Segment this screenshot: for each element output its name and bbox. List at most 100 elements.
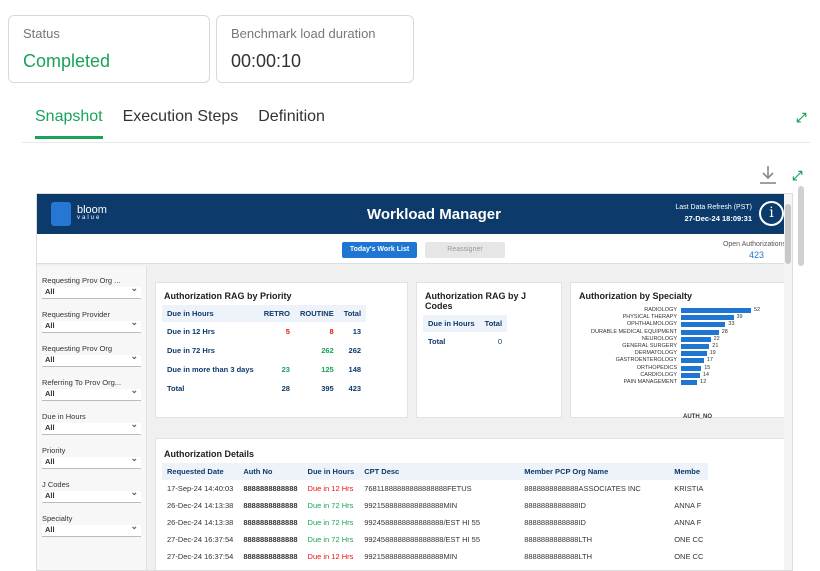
bar-value: 15 [704,364,711,371]
filter-dropdown[interactable]: All [42,317,141,333]
bar-label: DURABLE MEDICAL EQUIPMENT [591,328,677,335]
table-cell: Due in more than 3 days [167,365,254,374]
bar-row: ORTHOPEDICS 15 [577,365,777,372]
table-row[interactable]: 26-Dec-24 14:13:38 8888888888888 Due in 72… [162,514,708,531]
filter-dropdown[interactable]: All [42,351,141,367]
bar[interactable] [681,322,726,328]
table-cell: 26-Dec-24 14:13:38 [167,501,234,510]
bloom-logo: bloom value [51,202,121,226]
rag-jcodes-title: Authorization RAG by J Codes [425,291,526,311]
table-row[interactable]: 27-Dec-24 16:37:54 8888888888888 Due in 12… [162,548,708,565]
bar-row: OPHTHALMOLOGY 33 [577,321,777,328]
table-cell: Due in 72 Hrs [307,501,354,510]
bar[interactable] [681,365,702,371]
specialty-axis-label: AUTH_NO [683,414,713,420]
table-cell: 8888888888888LTH [524,552,593,561]
bar-label: OPHTHALMOLOGY [626,321,677,328]
table-cell: 76811888888888888888FETUS [364,484,472,493]
table-cell: Due in 72 Hrs [307,535,354,544]
bar-row: DERMATOLOGY 19 [577,350,777,357]
filter-label: Requesting Prov Org ... [42,276,121,285]
table-cell: Total [167,384,185,393]
col-header: Membe [669,463,709,480]
benchmark-label: Benchmark load duration [231,26,376,41]
bar[interactable] [681,358,704,364]
scrollbar-thumb[interactable] [785,204,791,264]
rag-jcodes-panel: Authorization RAG by J Codes Due in Hour… [416,282,562,418]
bar-value: 19 [709,350,716,357]
filter-dropdown[interactable]: All [42,521,141,537]
table-cell: 9921588888888888888MIN [364,552,458,561]
table-row[interactable]: Due in more than 3 days 23 125 148 [162,360,366,379]
filter-2: Requesting Prov Org All [42,344,141,367]
bar[interactable] [681,379,698,385]
open-authorizations: Open Authorizations 423 [723,239,786,261]
bar-label: NEUROLOGY [641,335,677,342]
bar[interactable] [681,329,719,335]
table-cell: 125 [321,365,334,374]
bar-row: PAIN MANAGEMENT 12 [577,379,777,386]
bar[interactable] [681,336,711,342]
report-scrollbar[interactable] [784,194,792,570]
table-cell: 17-Sep-24 14:40:03 [167,484,234,493]
filter-dropdown[interactable]: All [42,419,141,435]
specialty-panel: Authorization by Specialty RADIOLOGY 52 PH… [570,282,785,420]
info-icon[interactable]: i [759,201,784,226]
table-cell: Due in 12 Hrs [307,552,354,561]
open-auth-label: Open Authorizations [722,241,786,248]
filter-label: Due in Hours [42,412,86,421]
table-cell: 8888888888888ID [524,501,586,510]
todays-work-list-button[interactable]: Today's Work List [342,242,417,258]
expand-icon[interactable]: ⤢ [796,110,806,126]
col-header: Requested Date [162,463,239,480]
tab-execution-steps[interactable]: Execution Steps [123,108,239,139]
table-row[interactable]: Due in 72 Hrs 262 262 [162,341,366,360]
bar[interactable] [681,343,710,349]
table-cell: KRISTIA [674,484,704,493]
tab-bar: Snapshot Execution Steps Definition [35,108,325,139]
filter-label: Requesting Prov Org [42,344,113,353]
bar-label: PAIN MANAGEMENT [623,378,677,385]
table-cell: 27-Dec-24 16:37:54 [167,535,234,544]
table-row[interactable]: 27-Dec-24 16:37:54 8888888888888 Due in 72… [162,531,708,548]
report-toolbar: Today's Work List Reassigner Open Author… [37,234,792,264]
table-row[interactable]: 26-Dec-24 14:13:38 8888888888888 Due in 72… [162,497,708,514]
bar-label: CARDIOLOGY [640,371,677,378]
filter-dropdown[interactable]: All [42,283,141,299]
bar[interactable] [681,372,700,378]
table-row[interactable]: Due in 12 Hrs 5 8 13 [162,322,366,341]
table-row[interactable]: Total 28 395 423 [162,379,366,398]
col-header: Member PCP Org Name [519,463,670,480]
bar[interactable] [681,308,751,313]
refresh-value: 27-Dec-24 18:09:31 [684,214,752,223]
page-scrollbar[interactable] [798,186,804,266]
refresh-info: Last Data Refresh (PST) 27-Dec-24 18:09:… [675,202,752,225]
auth-details-panel: Authorization Details Requested Date Aut… [155,438,787,570]
table-row[interactable]: 17-Sep-24 14:40:03 8888888888888 Due in 12… [162,480,708,497]
tab-snapshot[interactable]: Snapshot [35,108,103,139]
table-cell: 8888888888888 [243,484,298,493]
table-cell: 9924588888888888888/EST HI 55 [364,518,481,527]
auth-details-table: Requested Date Auth No Due in Hours CPT … [162,463,709,565]
report-embed: bloom value Workload Manager Last Data R… [36,193,793,571]
download-icon[interactable] [758,164,778,186]
filter-dropdown[interactable]: All [42,487,141,503]
open-auth-value: 423 [748,250,764,260]
tab-definition[interactable]: Definition [258,108,325,139]
bar[interactable] [681,351,707,357]
table-cell: ANNA F [674,501,702,510]
table-cell: 0 [497,337,503,346]
filter-label: J Codes [42,480,70,489]
rag-priority-title: Authorization RAG by Priority [164,291,292,301]
filter-3: Referring To Prov Org... All [42,378,141,401]
bar-label: GENERAL SURGERY [622,342,677,349]
filter-dropdown[interactable]: All [42,385,141,401]
filter-dropdown[interactable]: All [42,453,141,469]
reassigner-button[interactable]: Reassigner [425,242,505,258]
table-row[interactable]: Total 0 [423,332,507,351]
fullscreen-icon[interactable]: ⤢ [792,168,802,184]
table-cell: 148 [348,365,362,374]
filter-label: Priority [42,446,66,455]
bar[interactable] [681,315,734,321]
bar-value: 52 [754,307,761,313]
